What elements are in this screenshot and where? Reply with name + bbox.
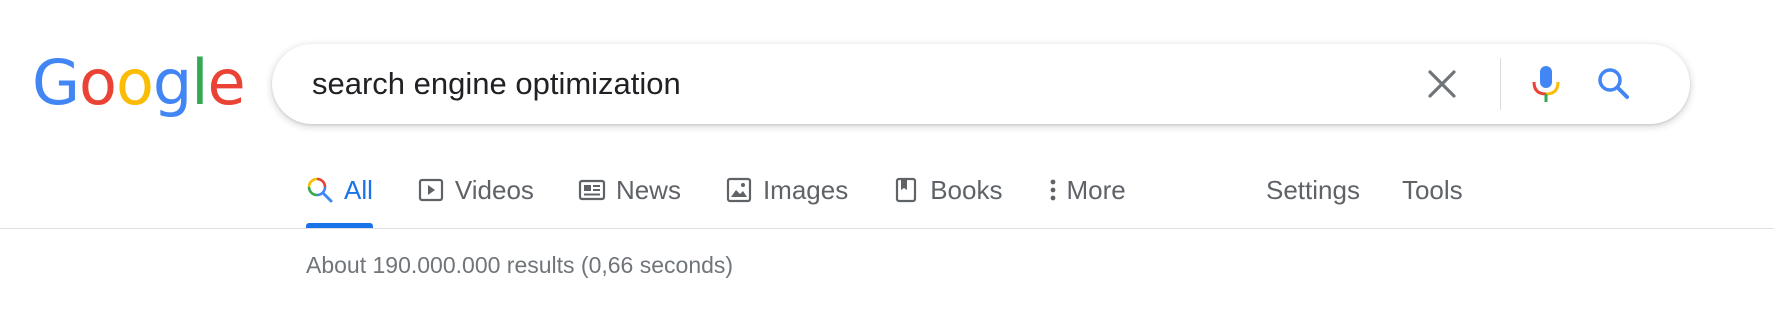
book-icon: [892, 176, 920, 204]
tab-more[interactable]: More: [1046, 170, 1126, 210]
tab-books[interactable]: Books: [892, 170, 1002, 210]
tab-label: More: [1066, 174, 1126, 205]
logo-letter: g: [152, 46, 192, 119]
tab-label: Settings: [1266, 174, 1360, 205]
tab-tools[interactable]: Tools: [1402, 170, 1463, 210]
google-logo[interactable]: G o o g l e: [32, 46, 246, 119]
logo-letter: e: [207, 46, 246, 119]
search-box: [272, 44, 1690, 124]
image-icon: [725, 176, 753, 204]
more-vert-icon: [1046, 176, 1060, 204]
tab-images[interactable]: Images: [725, 170, 848, 210]
tabs-divider: [0, 228, 1774, 229]
tab-all[interactable]: All: [306, 170, 373, 229]
search-icon: [306, 176, 334, 204]
logo-letter: G: [32, 46, 80, 119]
tab-label: All: [344, 174, 373, 205]
clear-search-button[interactable]: [1422, 64, 1462, 104]
result-stats: About 190.000.000 results (0,66 seconds): [306, 252, 734, 278]
tab-label: Images: [762, 174, 849, 205]
logo-letter: o: [115, 46, 154, 119]
logo-letter: l: [191, 46, 208, 119]
voice-search-button[interactable]: [1524, 62, 1568, 106]
search-tools-menu: Settings Tools: [1266, 170, 1463, 210]
close-icon: [1428, 70, 1456, 98]
tab-news[interactable]: News: [578, 170, 681, 210]
tab-settings[interactable]: Settings: [1266, 170, 1360, 210]
tab-videos[interactable]: Videos: [417, 170, 534, 210]
search-icon: [1598, 68, 1629, 99]
tab-label: Tools: [1401, 174, 1463, 205]
tab-label: News: [615, 174, 681, 205]
logo-letter: o: [79, 46, 117, 119]
tab-label: Videos: [454, 174, 534, 205]
search-tabs: All Videos News Images Books More: [306, 170, 1170, 230]
play-icon: [417, 176, 445, 204]
tab-label: Books: [930, 174, 1003, 205]
microphone-icon: [1532, 66, 1560, 102]
search-input[interactable]: [312, 44, 1312, 124]
search-submit-button[interactable]: [1592, 62, 1636, 106]
newspaper-icon: [578, 176, 606, 204]
search-box-divider: [1500, 58, 1501, 110]
